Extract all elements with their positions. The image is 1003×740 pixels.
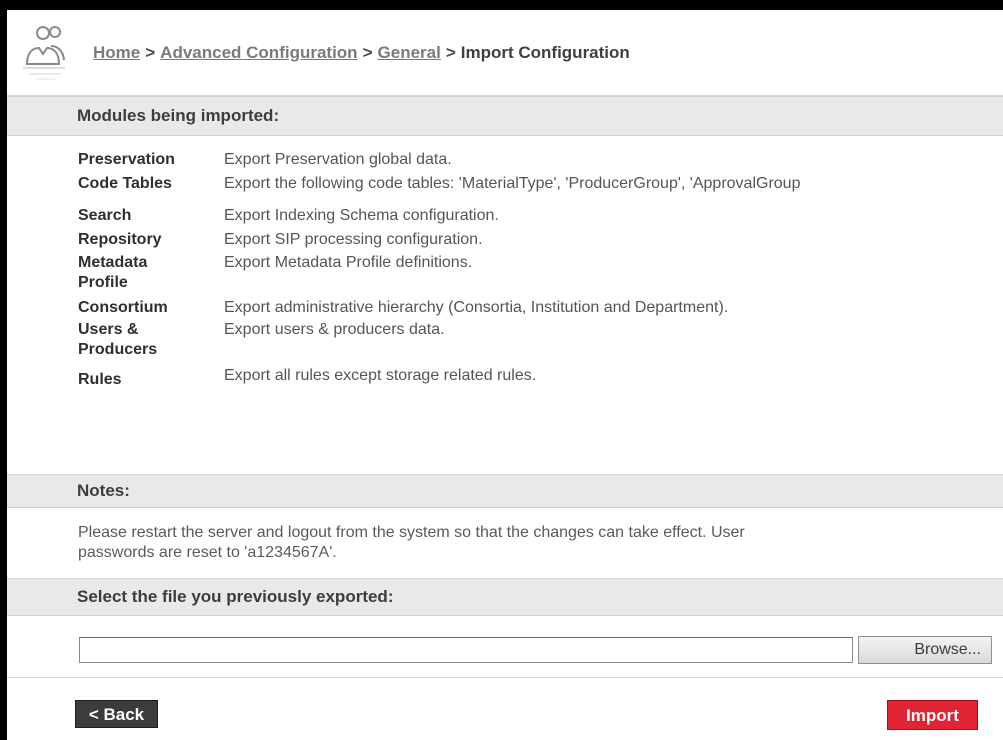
module-description: Export Indexing Schema configuration.	[224, 207, 499, 224]
breadcrumb-separator: >	[362, 43, 373, 62]
import-button[interactable]: Import	[887, 700, 978, 730]
module-description: Export Metadata Profile definitions.	[224, 254, 473, 271]
module-name: Search	[78, 207, 132, 224]
breadcrumb-advanced-configuration-link[interactable]: Advanced Configuration	[160, 43, 357, 62]
divider	[7, 677, 1003, 678]
module-name: Repository	[78, 231, 162, 248]
breadcrumb: Home > Advanced Configuration > General > Impo…	[93, 43, 630, 63]
module-description: Export users & producers data.	[224, 321, 445, 338]
users-icon	[23, 26, 65, 80]
file-path-input[interactable]	[79, 637, 853, 663]
back-button[interactable]: < Back	[75, 700, 158, 728]
module-name: Metadata Profile	[78, 254, 148, 291]
notes-text: Please restart the server and logout fro…	[78, 523, 1003, 563]
module-description: Export all rules except storage related …	[224, 367, 537, 384]
module-description: Export the following code tables: 'Mater…	[224, 175, 801, 192]
breadcrumb-home-link[interactable]: Home	[93, 43, 140, 62]
select-file-section-header: Select the file you previously exported:	[7, 578, 1003, 616]
module-description: Export administrative hierarchy (Consort…	[224, 299, 729, 316]
notes-section-header: Notes:	[7, 474, 1003, 508]
module-name: Rules	[78, 371, 122, 388]
page-header: Home > Advanced Configuration > General > Impo…	[7, 10, 1003, 96]
module-name: Preservation	[78, 151, 175, 168]
notes-line: Please restart the server and logout fro…	[78, 524, 745, 541]
breadcrumb-separator: >	[145, 43, 156, 62]
module-name: Users & Producers	[78, 321, 158, 358]
module-description: Export SIP processing configuration.	[224, 231, 483, 248]
breadcrumb-separator: >	[445, 43, 456, 62]
module-name: Consortium	[78, 299, 168, 316]
browse-button[interactable]: Browse...	[858, 636, 992, 664]
breadcrumb-current: Import Configuration	[460, 43, 630, 62]
modules-section-header: Modules being imported:	[7, 96, 1003, 136]
module-name: Code Tables	[78, 175, 172, 192]
import-configuration-page: Home > Advanced Configuration > General > Impo…	[7, 10, 1003, 740]
module-description: Export Preservation global data.	[224, 151, 452, 168]
notes-line: passwords are reset to 'a1234567A'.	[78, 544, 337, 561]
breadcrumb-general-link[interactable]: General	[378, 43, 441, 62]
